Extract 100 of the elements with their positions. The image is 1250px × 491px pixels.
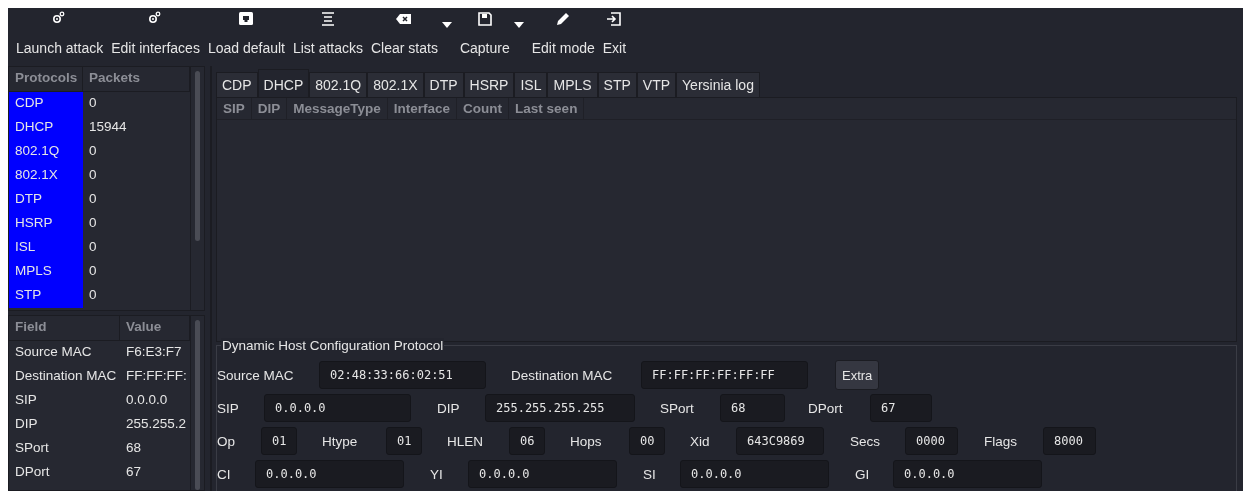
scrollbar-thumb[interactable] <box>195 71 200 241</box>
tab[interactable]: 802.1X <box>367 72 424 97</box>
packet-count-cell-text: 0 <box>88 190 98 208</box>
column-header[interactable]: Field <box>9 316 120 341</box>
packet-count-cell-text: 0 <box>88 94 98 112</box>
input-field[interactable]: 00 <box>629 427 665 455</box>
toolbar-button[interactable]: Load default <box>203 10 289 56</box>
field-name-cell-text: DIP <box>14 415 39 433</box>
field-label: CI <box>217 466 232 482</box>
field-label: Hops <box>570 433 603 449</box>
toolbar-button[interactable]: Capture <box>455 10 510 56</box>
tab[interactable]: VTP <box>636 72 677 97</box>
field-name-cell-text: Destination MAC <box>14 367 118 385</box>
protocol-cell[interactable]: DHCP <box>9 116 83 140</box>
protocol-cell[interactable]: MPLS <box>9 260 83 284</box>
exit-icon <box>605 10 624 28</box>
frame-title: Dynamic Host Configuration Protocol <box>221 338 445 353</box>
field-name-cell-text: DPort <box>14 463 51 481</box>
field-label: Destination MAC <box>511 367 614 383</box>
field-label: Secs <box>850 433 881 449</box>
extra-button[interactable]: Extra <box>835 360 880 390</box>
toolbar-button[interactable]: Edit interfaces <box>107 10 204 56</box>
field-label: Source MAC <box>217 367 295 383</box>
tab[interactable]: HSRP <box>463 72 515 97</box>
field-label: DIP <box>437 400 461 416</box>
field-value-cell-text: F6:E3:F7 <box>125 343 183 361</box>
input-field[interactable]: 255.255.255.255 <box>485 394 635 422</box>
protocol-cell[interactable]: 802.1X <box>9 164 83 188</box>
input-field[interactable]: 0.0.0.0 <box>468 460 617 488</box>
tab[interactable]: STP <box>597 72 637 97</box>
column-header[interactable]: Interface <box>387 98 458 119</box>
toolbar-button[interactable]: Edit mode <box>527 10 599 56</box>
tab[interactable]: ISL <box>514 72 548 97</box>
field-label: Xid <box>690 433 711 449</box>
column-header[interactable]: SIP <box>217 98 252 119</box>
column-header[interactable]: Count <box>457 98 510 119</box>
packet-count-cell-text: 0 <box>88 142 98 160</box>
input-field[interactable]: 0000 <box>905 427 958 455</box>
input-field[interactable]: 0.0.0.0 <box>255 460 404 488</box>
field-name-cell-text: SIP <box>14 391 38 409</box>
toolbar-button[interactable]: Clear stats <box>367 10 438 56</box>
packet-count-cell-text: 0 <box>88 262 98 280</box>
protocol-cell[interactable]: ISL <box>9 236 83 260</box>
tab[interactable]: Yersinia log <box>676 72 760 97</box>
field-label: Op <box>217 433 236 449</box>
field-label: SPort <box>660 400 695 416</box>
field-label: GI <box>855 466 871 482</box>
tab[interactable]: MPLS <box>547 72 598 97</box>
input-field[interactable]: FF:FF:FF:FF:FF:FF <box>641 361 808 389</box>
input-field[interactable]: 0.0.0.0 <box>680 460 829 488</box>
input-field[interactable]: 0.0.0.0 <box>893 460 1042 488</box>
protocol-cell[interactable]: HSRP <box>9 212 83 236</box>
packet-count-cell-text: 0 <box>88 286 98 304</box>
column-header[interactable]: MessageType <box>287 98 388 119</box>
scrollbar-thumb[interactable] <box>195 320 200 490</box>
field-name-cell-text: SPort <box>14 439 50 457</box>
field-label: Flags <box>984 433 1018 449</box>
protocol-cell[interactable]: 802.1Q <box>9 140 83 164</box>
toolbar-button[interactable]: Exit <box>598 10 631 56</box>
input-field[interactable]: 0.0.0.0 <box>264 394 411 422</box>
input-field[interactable]: 8000 <box>1043 427 1096 455</box>
packet-count-cell-text: 0 <box>88 166 98 184</box>
input-field[interactable]: 06 <box>509 427 545 455</box>
input-field[interactable]: 68 <box>720 394 785 422</box>
toolbar-button[interactable]: Launch attack <box>12 10 108 56</box>
packet-count-cell-text: 0 <box>88 214 98 232</box>
field-value-cell-text: 0.0.0.0 <box>125 391 169 409</box>
column-header[interactable]: DIP <box>251 98 288 119</box>
packet-count-cell-text: 0 <box>88 238 98 256</box>
field-label: Htype <box>322 433 359 449</box>
packet-count-cell-text: 15944 <box>88 118 128 136</box>
field-label: DPort <box>808 400 844 416</box>
field-label: SIP <box>217 400 240 416</box>
input-field[interactable]: 643C9869 <box>736 427 824 455</box>
input-field[interactable]: 67 <box>870 394 932 422</box>
field-value-cell-text: 68 <box>125 439 143 457</box>
field-value-cell-text: FF:FF:FF: <box>125 367 188 385</box>
field-value-cell-text: 255.255.2 <box>125 415 188 433</box>
tab[interactable]: DHCP <box>257 69 310 97</box>
column-header[interactable]: Packets <box>83 67 190 92</box>
field-label: YI <box>430 466 444 482</box>
input-field[interactable]: 01 <box>261 427 297 455</box>
field-label: HLEN <box>447 433 484 449</box>
input-field[interactable]: 02:48:33:66:02:51 <box>319 361 486 389</box>
protocol-cell[interactable]: CDP <box>9 92 83 116</box>
field-label: SI <box>643 466 657 482</box>
tab[interactable]: 802.1Q <box>309 72 368 97</box>
dropdown-caret-icon[interactable] <box>513 22 524 28</box>
list-icon <box>319 10 337 28</box>
protocol-cell[interactable]: STP <box>9 284 83 308</box>
tab[interactable]: CDP <box>216 72 258 97</box>
column-header[interactable]: Last seen <box>509 98 585 119</box>
dropdown-caret-icon[interactable] <box>441 22 452 28</box>
field-value-cell-text: 67 <box>125 463 143 481</box>
protocol-cell[interactable]: DTP <box>9 188 83 212</box>
tab[interactable]: DTP <box>423 72 464 97</box>
column-header[interactable]: Value <box>120 316 190 341</box>
toolbar-button[interactable]: List attacks <box>288 10 367 56</box>
field-name-cell-text: Source MAC <box>14 343 93 361</box>
input-field[interactable]: 01 <box>386 427 422 455</box>
